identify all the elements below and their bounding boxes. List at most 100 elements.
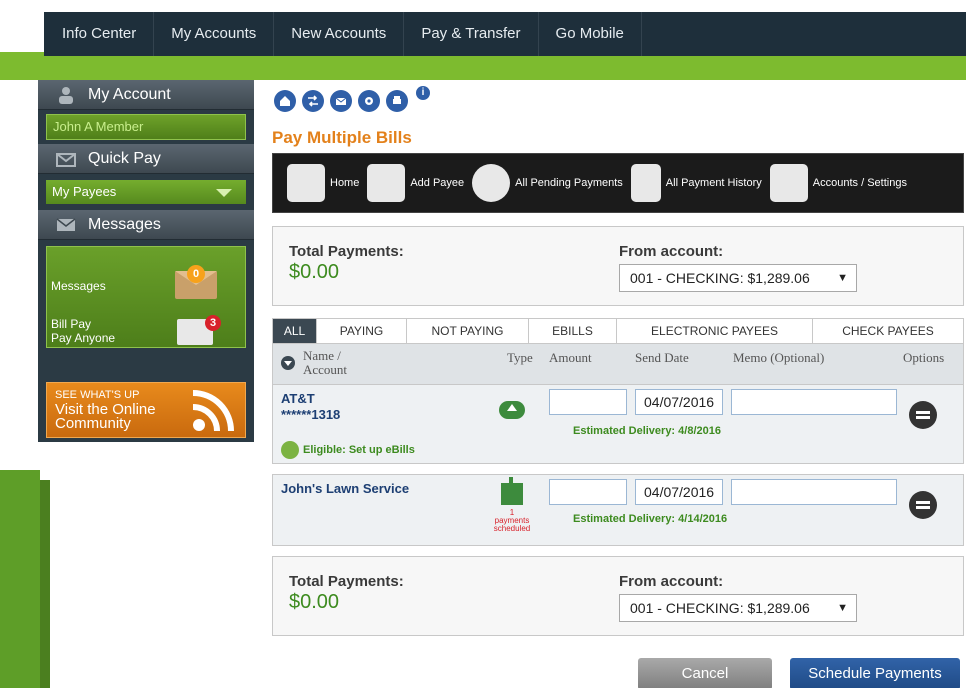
community-line2: Community — [55, 415, 131, 432]
home-payees-icon — [287, 164, 325, 202]
rss-icon — [192, 390, 234, 432]
options-menu-icon[interactable] — [909, 401, 937, 429]
nav-new-accounts[interactable]: New Accounts — [274, 12, 405, 56]
table-row: John's Lawn Service 1 payments scheduled… — [272, 474, 964, 546]
sidebar-quick-pay-label: Quick Pay — [88, 149, 161, 167]
community-tagline: SEE WHAT'S UP — [55, 389, 140, 401]
messages-envelope-icon[interactable]: 0 — [175, 265, 217, 299]
memo-input[interactable] — [731, 389, 897, 415]
memo-input[interactable] — [731, 479, 897, 505]
payees-dropdown-value: My Payees — [52, 184, 117, 199]
messages-panel: Messages 0 Bill Pay Pay Anyone 3 — [46, 246, 246, 348]
total-payments-amount: $0.00 — [289, 591, 340, 613]
quick-pay-icon — [54, 150, 78, 168]
toolbar-home-label: Home — [330, 177, 360, 189]
from-account-select[interactable]: 001 - CHECKING: $1,289.06 ▼ — [619, 264, 857, 292]
sidebar-messages-header[interactable]: Messages — [38, 210, 254, 240]
summary-top: Total Payments: $0.00 From account: 001 … — [272, 226, 964, 306]
nav-go-mobile[interactable]: Go Mobile — [539, 12, 642, 56]
main-content: i Pay Multiple Bills Home Add Payee All … — [254, 80, 966, 688]
tab-ebills[interactable]: EBILLS — [529, 319, 617, 343]
total-payments-label: Total Payments: — [289, 573, 404, 590]
column-send-date: Send Date — [635, 350, 689, 365]
payee-name[interactable]: John's Lawn Service — [281, 481, 409, 496]
user-icon — [54, 86, 78, 104]
options-menu-icon[interactable] — [909, 491, 937, 519]
check-payment-mailbox-icon — [501, 477, 523, 505]
column-type: Type — [507, 350, 533, 365]
background-band — [0, 52, 966, 80]
table-header: Name / Account Type Amount Send Date Mem… — [272, 344, 964, 384]
member-name[interactable]: John A Member — [46, 114, 246, 140]
collapse-all-icon[interactable] — [281, 356, 295, 370]
toolbar-history-label: All Payment History — [665, 177, 762, 189]
sidebar-my-account-label: My Account — [88, 85, 171, 103]
bill-pay-count-badge: 3 — [205, 315, 221, 331]
payees-dropdown[interactable]: My Payees — [46, 180, 246, 204]
from-account-select[interactable]: 001 - CHECKING: $1,289.06 ▼ — [619, 594, 857, 622]
top-navigation: Info Center My Accounts New Accounts Pay… — [44, 12, 966, 56]
add-payee-icon — [367, 164, 406, 202]
total-payments-label: Total Payments: — [289, 243, 404, 260]
toolbar-add-payee-label: Add Payee — [410, 177, 465, 189]
send-date-input[interactable]: 04/07/2016 — [635, 389, 723, 415]
background-decoration — [40, 480, 50, 688]
cancel-button[interactable]: Cancel — [638, 658, 772, 688]
pencil-icon — [281, 441, 299, 459]
toolbar-payment-history[interactable]: All Payment History — [630, 164, 762, 202]
print-icon[interactable] — [386, 90, 408, 112]
tab-paying[interactable]: PAYING — [317, 319, 407, 343]
pay-anyone-label[interactable]: Pay Anyone — [51, 331, 115, 345]
bill-pay-label[interactable]: Bill Pay — [51, 317, 91, 331]
messages-count-badge: 0 — [187, 265, 205, 283]
toolbar-pending-payments[interactable]: All Pending Payments — [472, 164, 623, 202]
toolbar-accounts-settings[interactable]: Accounts / Settings — [769, 164, 907, 202]
sidebar-messages-label: Messages — [88, 215, 161, 233]
nav-my-accounts[interactable]: My Accounts — [154, 12, 275, 56]
payee-name[interactable]: AT&T — [281, 391, 315, 406]
tab-electronic-payees[interactable]: ELECTRONIC PAYEES — [617, 319, 813, 343]
select-arrow-icon: ▼ — [837, 272, 848, 284]
column-memo: Memo (Optional) — [733, 350, 825, 365]
gear-icon[interactable] — [358, 90, 380, 112]
from-account-label: From account: — [619, 243, 724, 260]
scheduled-label-2[interactable]: scheduled — [487, 525, 537, 533]
settings-gear-icon — [769, 164, 808, 202]
tab-check-payees[interactable]: CHECK PAYEES — [813, 319, 963, 343]
nav-pay-transfer[interactable]: Pay & Transfer — [404, 12, 539, 56]
sidebar-my-account-header[interactable]: My Account — [38, 80, 254, 110]
tab-all[interactable]: ALL — [273, 319, 317, 343]
toolbar-settings-label: Accounts / Settings — [812, 177, 907, 189]
nav-info-center[interactable]: Info Center — [44, 12, 155, 56]
toolbar-add-payee[interactable]: Add Payee — [367, 164, 464, 202]
amount-input[interactable] — [549, 479, 627, 505]
setup-ebills-label: Eligible: Set up eBills — [303, 444, 415, 456]
schedule-payments-button[interactable]: Schedule Payments — [790, 658, 960, 688]
info-icon[interactable]: i — [416, 86, 430, 100]
page-title: Pay Multiple Bills — [272, 128, 412, 147]
transfer-icon[interactable] — [302, 90, 324, 112]
toolbar-home[interactable]: Home — [287, 164, 359, 202]
setup-ebills-link[interactable]: Eligible: Set up eBills — [281, 441, 415, 459]
summary-bottom: Total Payments: $0.00 From account: 001 … — [272, 556, 964, 636]
home-icon[interactable] — [274, 90, 296, 112]
estimated-delivery: Estimated Delivery: 4/8/2016 — [573, 425, 721, 437]
community-banner[interactable]: SEE WHAT'S UP Visit the Online Community — [46, 382, 246, 438]
estimated-delivery: Estimated Delivery: 4/14/2016 — [573, 513, 728, 525]
filter-tabs: ALL PAYING NOT PAYING EBILLS ELECTRONIC … — [272, 318, 964, 344]
send-date-input[interactable]: 04/07/2016 — [635, 479, 723, 505]
mail-icon[interactable] — [330, 90, 352, 112]
sidebar-quick-pay-header[interactable]: Quick Pay — [38, 144, 254, 174]
from-account-label: From account: — [619, 573, 724, 590]
electronic-payment-icon — [499, 401, 525, 419]
toolbar: Home Add Payee All Pending Payments All … — [272, 153, 964, 213]
messages-link[interactable]: Messages — [51, 279, 106, 293]
from-account-value: 001 - CHECKING: $1,289.06 — [630, 600, 810, 616]
quick-icons: i — [274, 86, 430, 112]
amount-input[interactable] — [549, 389, 627, 415]
from-account-value: 001 - CHECKING: $1,289.06 — [630, 270, 810, 286]
background-decoration — [0, 470, 40, 688]
tab-not-paying[interactable]: NOT PAYING — [407, 319, 529, 343]
chevron-down-icon — [216, 189, 232, 197]
column-options: Options — [903, 350, 945, 365]
